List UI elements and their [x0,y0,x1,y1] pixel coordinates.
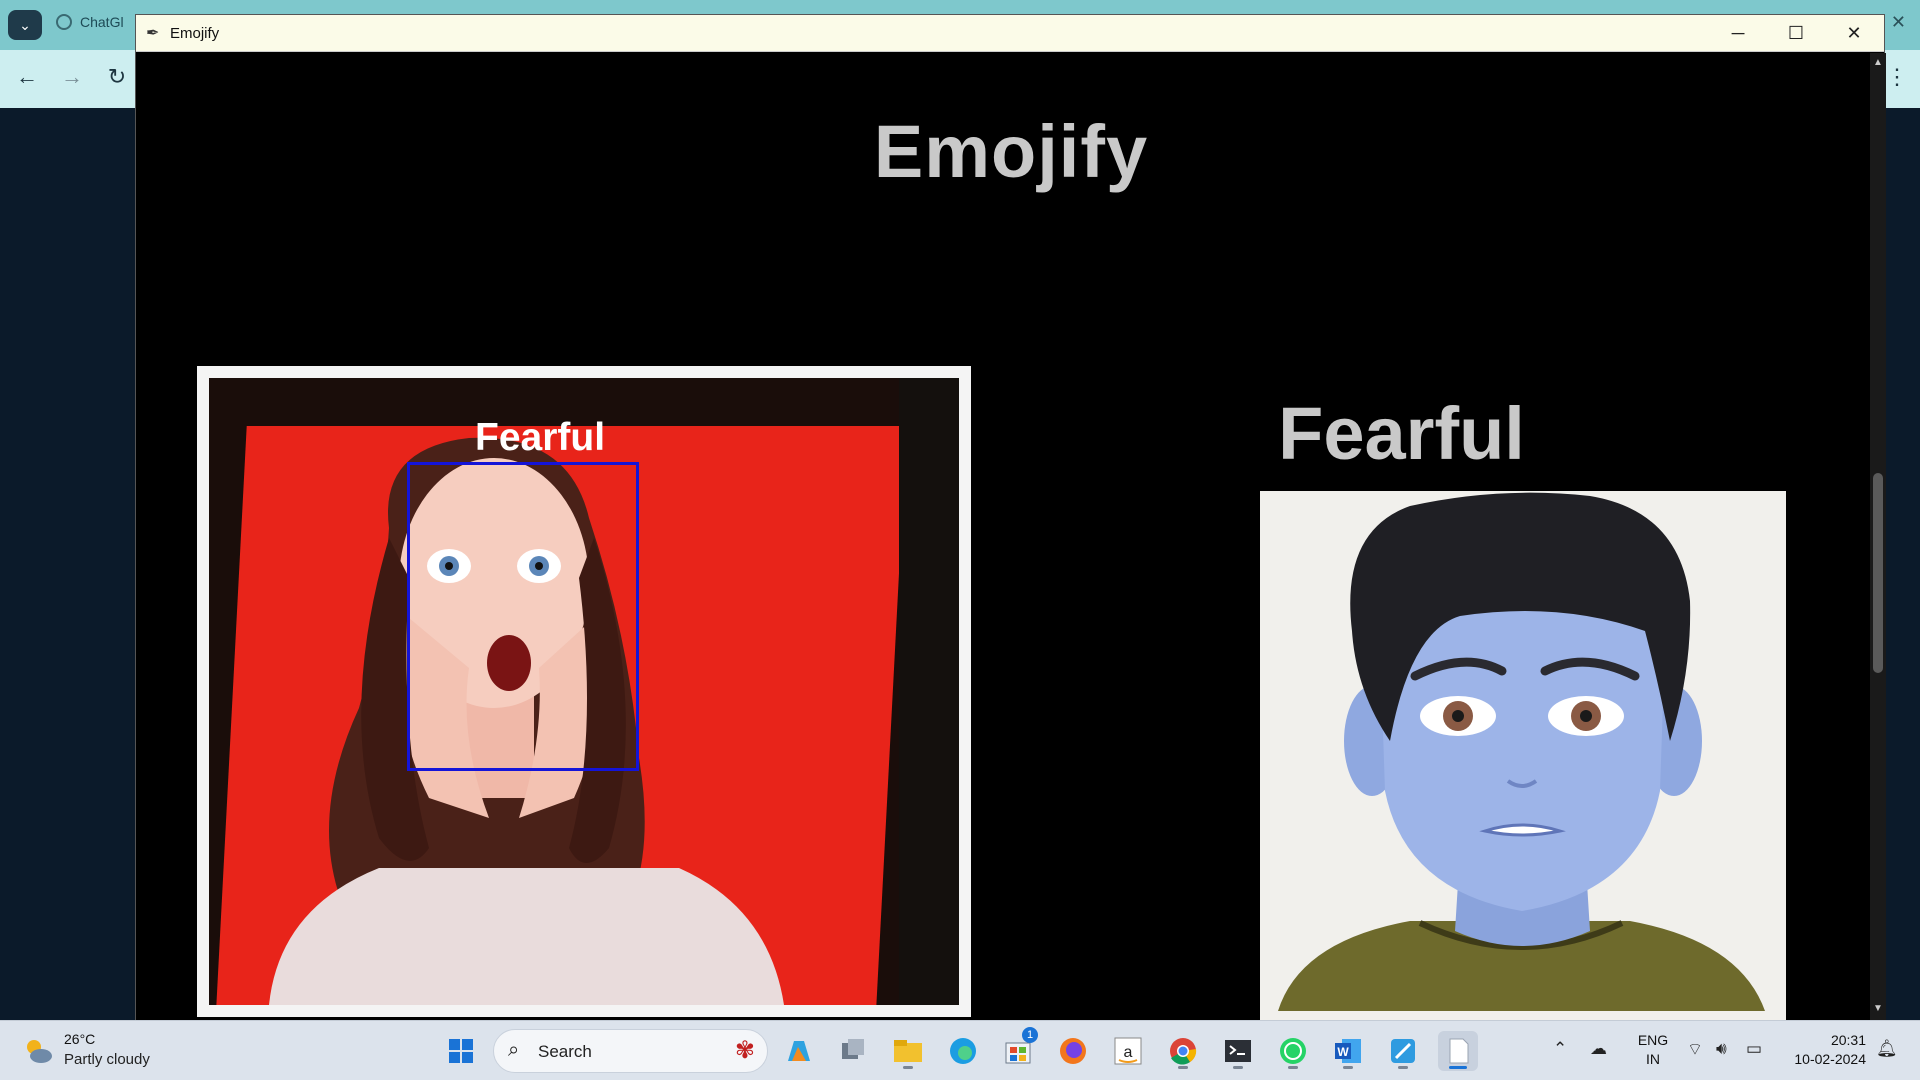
region-code: IN [1646,1051,1660,1067]
camera-feed: Fearful [209,378,959,1005]
camera-emotion-label: Fearful [475,416,606,459]
windows-start-icon[interactable] [441,1031,481,1071]
close-button[interactable]: ✕ [1825,17,1883,50]
fearful-avatar-image [1278,492,1765,1011]
task-view-icon[interactable] [833,1031,873,1071]
onedrive-error-icon[interactable]: ☁ [1590,1039,1607,1059]
store-icon[interactable]: 1 [998,1027,1038,1071]
weather-temperature[interactable]: 26°C [64,1031,95,1047]
edge-icon[interactable] [943,1031,983,1071]
running-indicator [1398,1066,1408,1069]
taskbar-search[interactable]: ⌕ Search ✾ [493,1029,768,1073]
window-title: Emojify [170,25,220,42]
browser-page-left [0,108,136,1020]
running-indicator [1288,1066,1298,1069]
battery-icon[interactable]: ▭ [1746,1039,1762,1059]
app-content: Emojify Fearful Fearful [136,53,1886,1021]
maximize-button[interactable]: ☐ [1767,17,1825,50]
terminal-icon[interactable] [1218,1031,1258,1071]
language-code: ENG [1637,1032,1669,1048]
store-badge: 1 [1022,1027,1038,1043]
emotion-title: Fearful [1278,392,1525,475]
svg-text:a: a [1124,1044,1133,1061]
feather-icon: ✒ [146,25,160,42]
clock[interactable]: 20:31 10-02-2024 [1788,1031,1866,1069]
volume-icon[interactable]: 🔊︎ [1716,1039,1727,1059]
file-explorer-icon[interactable] [888,1031,928,1071]
reload-icon[interactable]: ↻ [102,64,132,90]
clock-date: 10-02-2024 [1794,1051,1866,1067]
emoji-panel [1260,491,1786,1021]
minimize-button[interactable]: ─ [1709,17,1767,50]
forward-icon[interactable]: → [57,64,87,90]
window-titlebar[interactable]: ✒ Emojify ─ ☐ ✕ [136,15,1884,52]
running-indicator [1233,1066,1243,1069]
browser-tab-chatgpt[interactable]: ChatGl [56,14,124,30]
tab-search-dropdown[interactable]: ⌄ [8,10,42,40]
search-icon: ⌕ [508,1039,520,1061]
active-indicator [1449,1066,1467,1069]
copilot-icon[interactable] [778,1031,818,1071]
search-highlight-icon: ✾ [734,1037,755,1064]
weather-description[interactable]: Partly cloudy [64,1051,150,1068]
emojify-window: ✒ Emojify ─ ☐ ✕ Emojify Fearful Fearful … [135,14,1886,1021]
chatgpt-icon [56,14,72,30]
notepad-icon[interactable] [1438,1031,1478,1071]
browser-menu-icon[interactable]: ⋮ [1886,64,1908,90]
scroll-down-arrow[interactable]: ▼ [1870,1003,1886,1014]
running-indicator [1343,1066,1353,1069]
svg-text:W: W [1337,1045,1349,1059]
back-icon[interactable]: ← [12,64,42,90]
browser-page-right [1884,108,1920,1020]
notification-bell-icon[interactable]: 🔔︎ [1876,1039,1898,1059]
search-placeholder: Search [538,1042,592,1061]
chrome-icon[interactable] [1163,1031,1203,1071]
language-indicator[interactable]: ENG IN [1636,1031,1670,1069]
vertical-scrollbar[interactable]: ▲ ▼ [1870,53,1886,1021]
paint-icon[interactable] [1383,1031,1423,1071]
camera-frame: Fearful [197,366,971,1017]
clock-time: 20:31 [1830,1032,1866,1048]
running-indicator [1178,1066,1188,1069]
scroll-up-arrow[interactable]: ▲ [1870,57,1886,68]
browser-tab-label: ChatGl [80,14,124,30]
taskbar: 26°C Partly cloudy ⌕ Search ✾ 1 a W ⌃ ☁ … [0,1020,1920,1080]
firefox-icon[interactable] [1053,1031,1093,1071]
word-icon[interactable]: W [1328,1031,1368,1071]
app-heading: Emojify [873,110,1149,193]
amazon-icon[interactable]: a [1108,1031,1148,1071]
face-detection-box [407,462,639,771]
wifi-icon[interactable]: ⌔ [1687,1039,1703,1060]
browser-close-icon[interactable]: ✕ [1891,12,1906,33]
running-indicator [903,1066,913,1069]
whatsapp-icon[interactable] [1273,1031,1313,1071]
scroll-thumb[interactable] [1873,473,1883,673]
chevron-up-icon[interactable]: ⌃ [1553,1039,1567,1059]
partly-cloudy-icon[interactable] [22,1035,54,1067]
